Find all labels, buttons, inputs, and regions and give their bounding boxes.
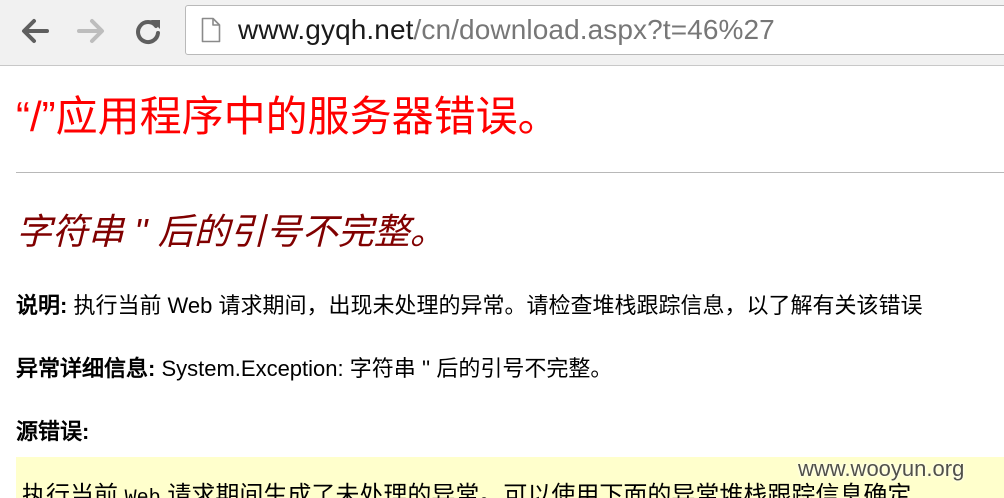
exception-line: 异常详细信息: System.Exception: 字符串 '' 后的引号不完整… — [16, 354, 612, 384]
divider — [16, 172, 1004, 173]
browser-toolbar: www.gyqh.net/cn/download.aspx?t=46%27 — [0, 0, 1004, 66]
watermark: www.wooyun.org — [798, 456, 965, 481]
page-title: “/”应用程序中的服务器错误。 — [16, 93, 560, 140]
exception-text: System.Exception: 字符串 '' 后的引号不完整。 — [155, 356, 613, 381]
forward-button[interactable] — [74, 14, 108, 48]
url-text[interactable]: www.gyqh.net/cn/download.aspx?t=46%27 — [238, 14, 775, 46]
source-error-line: 源错误: — [16, 417, 89, 447]
error-subtitle: 字符串 '' 后的引号不完整。 — [16, 211, 446, 252]
url-path: /cn/download.aspx?t=46%27 — [413, 14, 775, 45]
reload-icon — [136, 20, 160, 45]
address-bar[interactable]: www.gyqh.net/cn/download.aspx?t=46%27 — [185, 5, 1004, 55]
source-error-text: 执行当前 Web 请求期间生成了未处理的异常。可以使用下面的异常堆栈跟踪信息确定 — [22, 481, 911, 498]
exception-label: 异常详细信息: — [16, 356, 156, 381]
description-line: 说明: 执行当前 Web 请求期间，出现未处理的异常。请检查堆栈跟踪信息，以了解… — [16, 291, 923, 321]
back-button[interactable] — [18, 14, 52, 48]
source-error-part1: 执行当前 — [22, 482, 125, 498]
document-icon — [201, 17, 221, 43]
url-host: www.gyqh.net — [238, 14, 414, 45]
description-label: 说明: — [16, 293, 68, 318]
source-error-mono: Web — [125, 487, 161, 498]
reload-button[interactable] — [131, 14, 165, 48]
arrow-right-icon — [77, 19, 104, 43]
source-error-label: 源错误: — [16, 419, 90, 444]
description-text: 执行当前 Web 请求期间，出现未处理的异常。请检查堆栈跟踪信息，以了解有关该错… — [67, 293, 923, 318]
source-error-part2: 请求期间生成了未处理的异常。可以使用下面的异常堆栈跟踪信息确定 — [160, 482, 912, 498]
arrow-left-icon — [22, 19, 49, 43]
